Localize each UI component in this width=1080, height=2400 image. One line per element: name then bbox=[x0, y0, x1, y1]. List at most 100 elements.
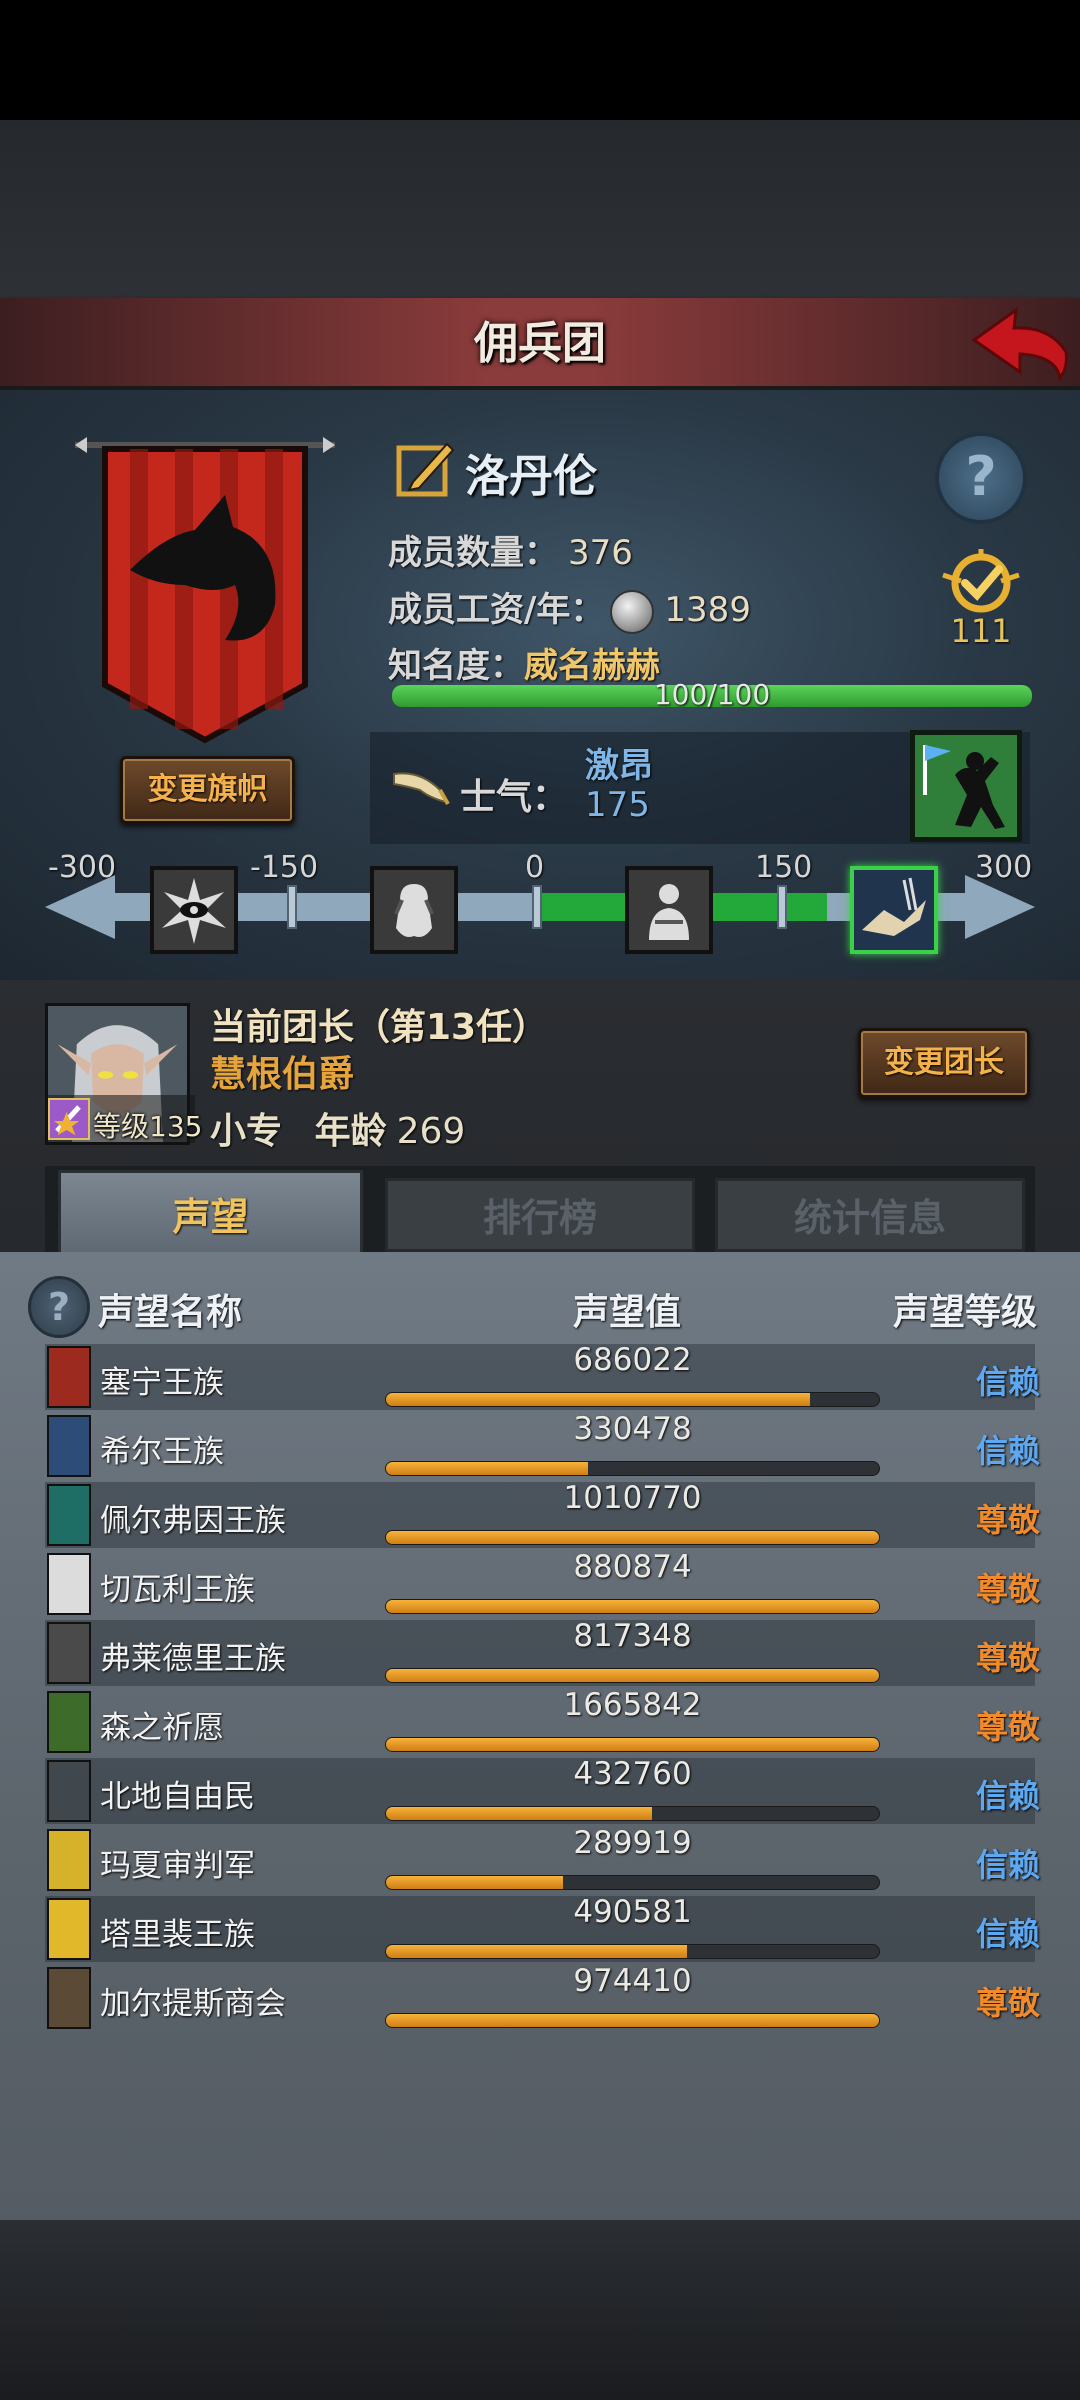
reputation-bar-fill bbox=[386, 1531, 879, 1544]
faction-crest-icon bbox=[47, 1346, 91, 1408]
bottom-background bbox=[0, 2220, 1080, 2400]
reputation-bar-fill bbox=[386, 1738, 879, 1751]
reputation-level: 信赖 bbox=[975, 1363, 1040, 1401]
reputation-level: 尊敬 bbox=[975, 1708, 1040, 1746]
faction-crest-icon bbox=[47, 1829, 91, 1891]
faction-crest-icon bbox=[47, 1760, 91, 1822]
reputation-bar-fill bbox=[386, 1462, 589, 1475]
scale-tick bbox=[777, 885, 787, 929]
reputation-bar bbox=[385, 1530, 880, 1545]
status-bar-area bbox=[0, 0, 1080, 120]
reputation-bar-fill bbox=[386, 2014, 879, 2027]
reputation-value: 686022 bbox=[573, 1342, 692, 1378]
faction-crest-icon bbox=[47, 1967, 91, 2029]
mood-excited-icon[interactable] bbox=[850, 866, 938, 954]
edit-name-icon[interactable] bbox=[395, 438, 457, 500]
morale-flag-icon[interactable] bbox=[910, 730, 1022, 842]
member-salary: 成员工资/年： 1389 bbox=[388, 582, 751, 634]
reputation-value: 974410 bbox=[573, 1963, 692, 1999]
leader-age: 269 bbox=[396, 1111, 466, 1152]
mood-despair-icon[interactable] bbox=[370, 866, 458, 954]
leader-age-label: 年龄 bbox=[314, 1111, 387, 1152]
reputation-value: 1010770 bbox=[563, 1480, 702, 1516]
reputation-level: 信赖 bbox=[975, 1777, 1040, 1815]
scale-tick bbox=[532, 885, 542, 929]
reputation-level: 尊敬 bbox=[975, 1984, 1040, 2022]
guild-help-icon[interactable]: ? bbox=[935, 432, 1027, 524]
member-count: 成员数量： 376 bbox=[388, 525, 633, 574]
scale-label-pos: 150 bbox=[755, 850, 813, 885]
col-header-level: 声望等级 bbox=[893, 1292, 1038, 1333]
leader-level: 等级135 bbox=[93, 1110, 203, 1143]
faction-crest-icon bbox=[47, 1484, 91, 1546]
faction-crest-icon bbox=[47, 1553, 91, 1615]
faction-name: 加尔提斯商会 bbox=[100, 1986, 286, 2022]
reputation-bar bbox=[385, 1737, 880, 1752]
salary-value: 1389 bbox=[664, 590, 751, 630]
tab-reputation[interactable]: 声望 bbox=[58, 1170, 363, 1258]
silver-coin-icon bbox=[610, 589, 655, 634]
back-arrow-icon[interactable] bbox=[970, 306, 1070, 382]
reputation-bar bbox=[385, 1875, 880, 1890]
reputation-bar bbox=[385, 1392, 880, 1407]
reputation-bar-fill bbox=[386, 1669, 879, 1682]
guild-name: 洛丹伦 bbox=[465, 451, 597, 502]
faction-crest-icon bbox=[47, 1622, 91, 1684]
tab-ranking[interactable]: 排行榜 bbox=[385, 1178, 695, 1252]
morale-status: 激昂 bbox=[585, 746, 653, 786]
reputation-bar-fill bbox=[386, 1807, 653, 1820]
change-leader-button[interactable]: 变更团长 bbox=[858, 1028, 1030, 1098]
reputation-level: 尊敬 bbox=[975, 1570, 1040, 1608]
reputation-bar-fill bbox=[386, 1600, 879, 1613]
tab-statistics[interactable]: 统计信息 bbox=[715, 1178, 1025, 1252]
reputation-value: 289919 bbox=[573, 1825, 692, 1861]
reputation-help-icon[interactable]: ? bbox=[28, 1276, 90, 1338]
reputation-level: 尊敬 bbox=[975, 1639, 1040, 1677]
salary-label: 成员工资/年： bbox=[388, 590, 605, 630]
reputation-level: 尊敬 bbox=[975, 1501, 1040, 1539]
leader-title: 当前团长（第13任） bbox=[210, 1007, 549, 1048]
reputation-value: 330478 bbox=[573, 1411, 692, 1447]
title-bar: 佣兵团 bbox=[0, 298, 1080, 390]
reputation-bar bbox=[385, 1668, 880, 1683]
faction-name: 塞宁王族 bbox=[100, 1365, 224, 1401]
morale-value: 175 bbox=[585, 785, 650, 825]
reputation-level: 信赖 bbox=[975, 1915, 1040, 1953]
faction-name: 弗莱德里王族 bbox=[100, 1641, 286, 1677]
faction-name: 切瓦利王族 bbox=[100, 1572, 255, 1608]
scale-tick bbox=[287, 885, 297, 929]
faction-crest-icon bbox=[47, 1415, 91, 1477]
mood-terrified-icon[interactable] bbox=[150, 866, 238, 954]
faction-name: 玛夏审判军 bbox=[100, 1848, 255, 1884]
faction-crest-icon bbox=[47, 1691, 91, 1753]
horn-icon bbox=[393, 772, 450, 805]
achievement-badge-icon[interactable] bbox=[935, 545, 1027, 615]
reputation-level: 信赖 bbox=[975, 1846, 1040, 1884]
reputation-value: 1665842 bbox=[563, 1687, 702, 1723]
scale-label-zero: 0 bbox=[525, 850, 545, 885]
morale-label: 士气： bbox=[460, 777, 569, 818]
reputation-bar bbox=[385, 1806, 880, 1821]
faction-name: 森之祈愿 bbox=[100, 1710, 224, 1746]
reputation-value: 880874 bbox=[573, 1549, 692, 1585]
member-count-label: 成员数量： bbox=[388, 533, 558, 573]
faction-name: 希尔王族 bbox=[100, 1434, 224, 1470]
scale-label-neg: -150 bbox=[250, 850, 319, 885]
achievement-count: 111 bbox=[950, 612, 1012, 650]
mood-calm-icon[interactable] bbox=[625, 866, 713, 954]
reputation-bar bbox=[385, 1599, 880, 1614]
reputation-bar-fill bbox=[386, 1393, 810, 1406]
fame-progress-text: 100/100 bbox=[653, 678, 771, 711]
reputation-bar-fill bbox=[386, 1945, 687, 1958]
reputation-level: 信赖 bbox=[975, 1432, 1040, 1470]
leader-specialty: 小专 bbox=[210, 1111, 283, 1152]
reputation-bar bbox=[385, 1944, 880, 1959]
reputation-value: 817348 bbox=[573, 1618, 692, 1654]
reputation-bar bbox=[385, 2013, 880, 2028]
col-header-value: 声望值 bbox=[573, 1292, 682, 1333]
leader-name: 慧根伯爵 bbox=[210, 1054, 355, 1095]
faction-name: 佩尔弗因王族 bbox=[100, 1503, 286, 1539]
reputation-value: 432760 bbox=[573, 1756, 692, 1792]
change-banner-button[interactable]: 变更旗帜 bbox=[120, 756, 295, 824]
top-background bbox=[0, 120, 1080, 300]
